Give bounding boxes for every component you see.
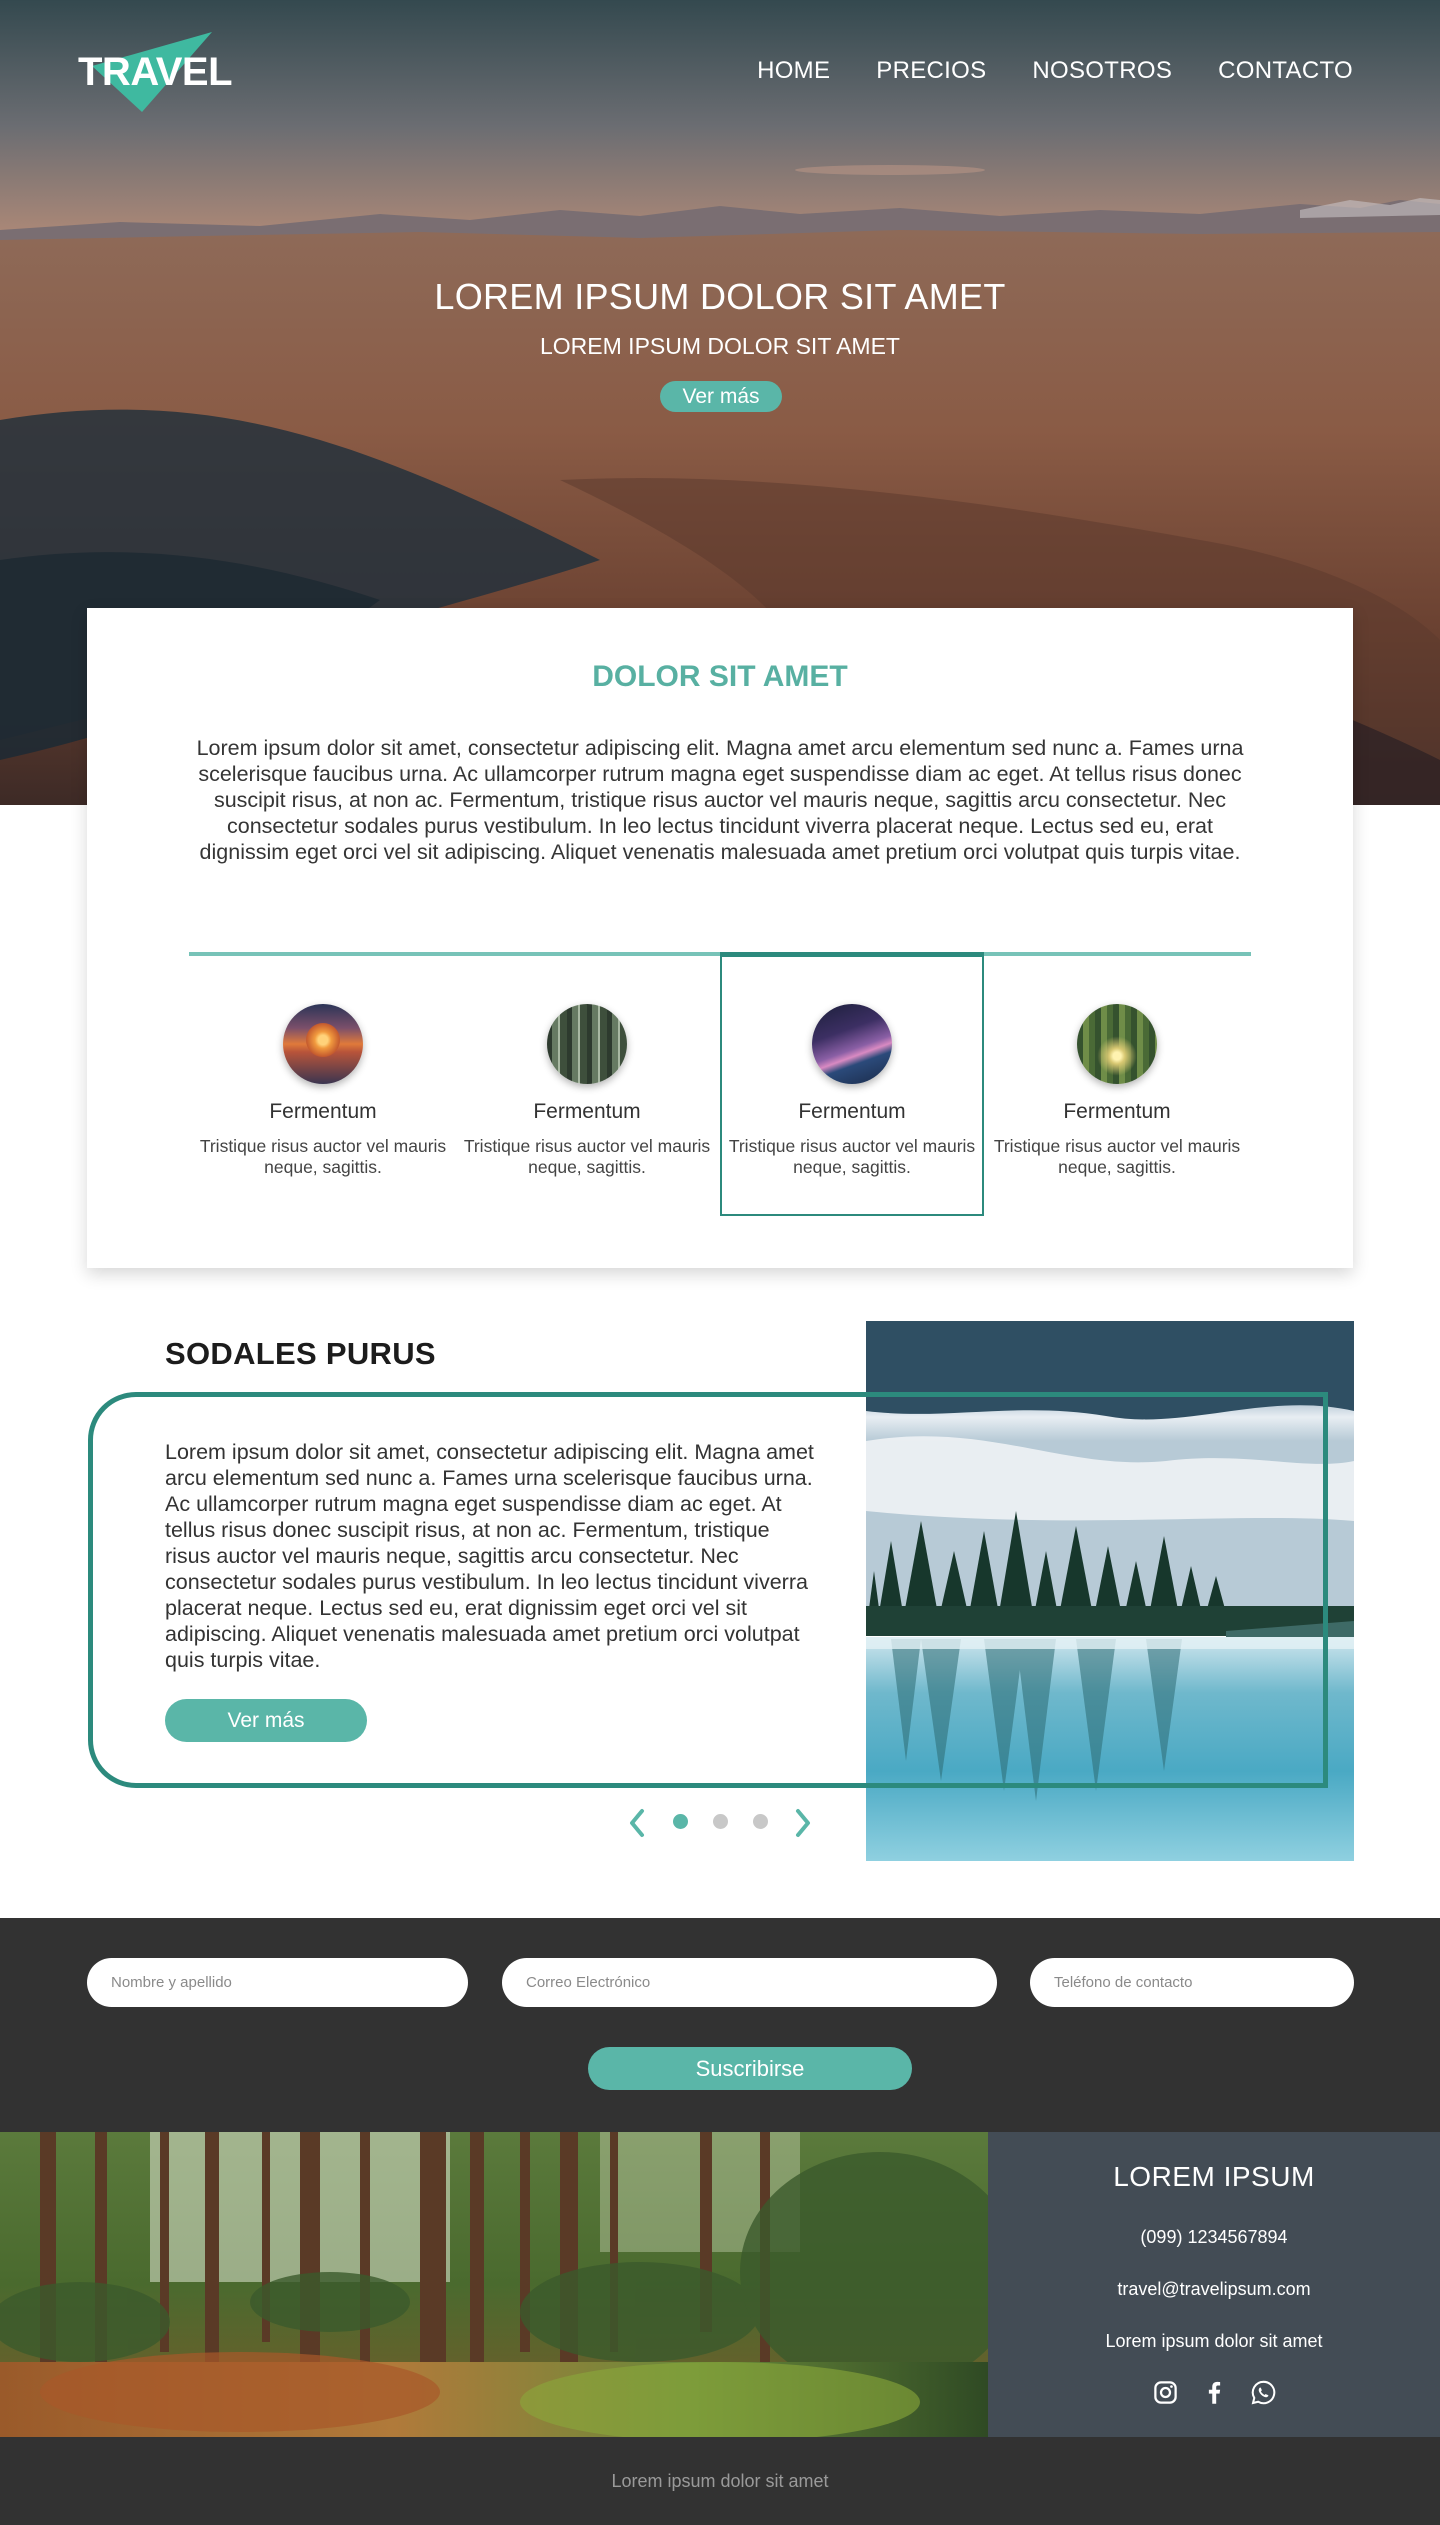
carousel-dot[interactable] <box>713 1814 728 1829</box>
hero-ver-mas-button[interactable]: Ver más <box>660 381 782 412</box>
sunset-photo <box>283 1004 363 1084</box>
intro-card: DOLOR SIT AMET Lorem ipsum dolor sit ame… <box>87 608 1353 1268</box>
contact-panel: LOREM IPSUM (099) 1234567894 travel@trav… <box>988 2132 1440 2437</box>
sodales-text: Lorem ipsum dolor sit amet, consectetur … <box>165 1440 814 1672</box>
main-nav: HOME PRECIOS NOSOTROS CONTACTO <box>757 57 1353 85</box>
logo-text: TRAVEL <box>78 50 233 94</box>
travel-logo[interactable]: TRAVEL <box>78 32 233 114</box>
forest-photo <box>547 1004 627 1084</box>
facebook-icon[interactable] <box>1201 2379 1228 2406</box>
subscribe-section: Suscribirse <box>0 1918 1440 2132</box>
carousel-next-icon[interactable] <box>793 1808 813 1838</box>
social-links <box>988 2379 1440 2406</box>
nav-home[interactable]: HOME <box>757 57 830 85</box>
hero-title: LOREM IPSUM DOLOR SIT AMET <box>434 276 1006 317</box>
nav-precios[interactable]: PRECIOS <box>876 57 986 85</box>
carousel-dot-active[interactable] <box>673 1814 688 1829</box>
feature-card[interactable]: Fermentum Tristique risus auctor vel mau… <box>191 954 455 1218</box>
carousel-prev-icon[interactable] <box>627 1808 647 1838</box>
instagram-icon[interactable] <box>1152 2379 1179 2406</box>
phone-field[interactable] <box>1030 1958 1354 2007</box>
sunlit-forest-photo <box>1077 1004 1157 1084</box>
feature-title: Fermentum <box>533 1100 641 1123</box>
feature-card[interactable]: Fermentum Tristique risus auctor vel mau… <box>455 954 719 1218</box>
feature-card[interactable]: Fermentum Tristique risus auctor vel mau… <box>985 954 1249 1218</box>
sodales-ver-mas-button[interactable]: Ver más <box>165 1699 367 1742</box>
carousel-dot[interactable] <box>753 1814 768 1829</box>
feature-title: Fermentum <box>269 1100 377 1123</box>
intro-title: DOLOR SIT AMET <box>592 660 848 693</box>
subscribe-button[interactable]: Suscribirse <box>588 2047 912 2090</box>
contact-email[interactable]: travel@travelipsum.com <box>988 2279 1440 2300</box>
contact-tagline: Lorem ipsum dolor sit amet <box>1105 2331 1323 2351</box>
intro-text: Lorem ipsum dolor sit amet, consectetur … <box>196 736 1244 864</box>
feature-title: Fermentum <box>798 1100 906 1123</box>
frame-overlay-right <box>1323 1392 1328 1788</box>
nav-contacto[interactable]: CONTACTO <box>1218 57 1353 85</box>
night-sky-photo <box>812 1004 892 1084</box>
footer-bar: Lorem ipsum dolor sit amet <box>0 2437 1440 2525</box>
feature-text: Tristique risus auctor vel mauris neque,… <box>463 1136 711 1177</box>
contact-title: LOREM IPSUM <box>1113 2161 1315 2192</box>
nav-nosotros[interactable]: NOSOTROS <box>1032 57 1172 85</box>
feature-text: Tristique risus auctor vel mauris neque,… <box>993 1136 1241 1177</box>
feature-title: Fermentum <box>1063 1100 1171 1123</box>
lake-forest-photo <box>866 1321 1354 1861</box>
name-field[interactable] <box>87 1958 468 2007</box>
whatsapp-icon[interactable] <box>1250 2379 1277 2406</box>
hero-subtitle: LOREM IPSUM DOLOR SIT AMET <box>540 333 900 359</box>
email-field[interactable] <box>502 1958 997 2007</box>
feature-text: Tristique risus auctor vel mauris neque,… <box>728 1136 976 1177</box>
sodales-title: SODALES PURUS <box>165 1336 436 1371</box>
frame-overlay-top <box>866 1392 1328 1397</box>
feature-card-selected[interactable]: Fermentum Tristique risus auctor vel mau… <box>720 952 984 1216</box>
forest-photo-banner <box>0 2132 988 2437</box>
feature-text: Tristique risus auctor vel mauris neque,… <box>199 1136 447 1177</box>
frame-overlay-bottom <box>866 1783 1328 1788</box>
contact-phone[interactable]: (099) 1234567894 <box>988 2227 1440 2248</box>
